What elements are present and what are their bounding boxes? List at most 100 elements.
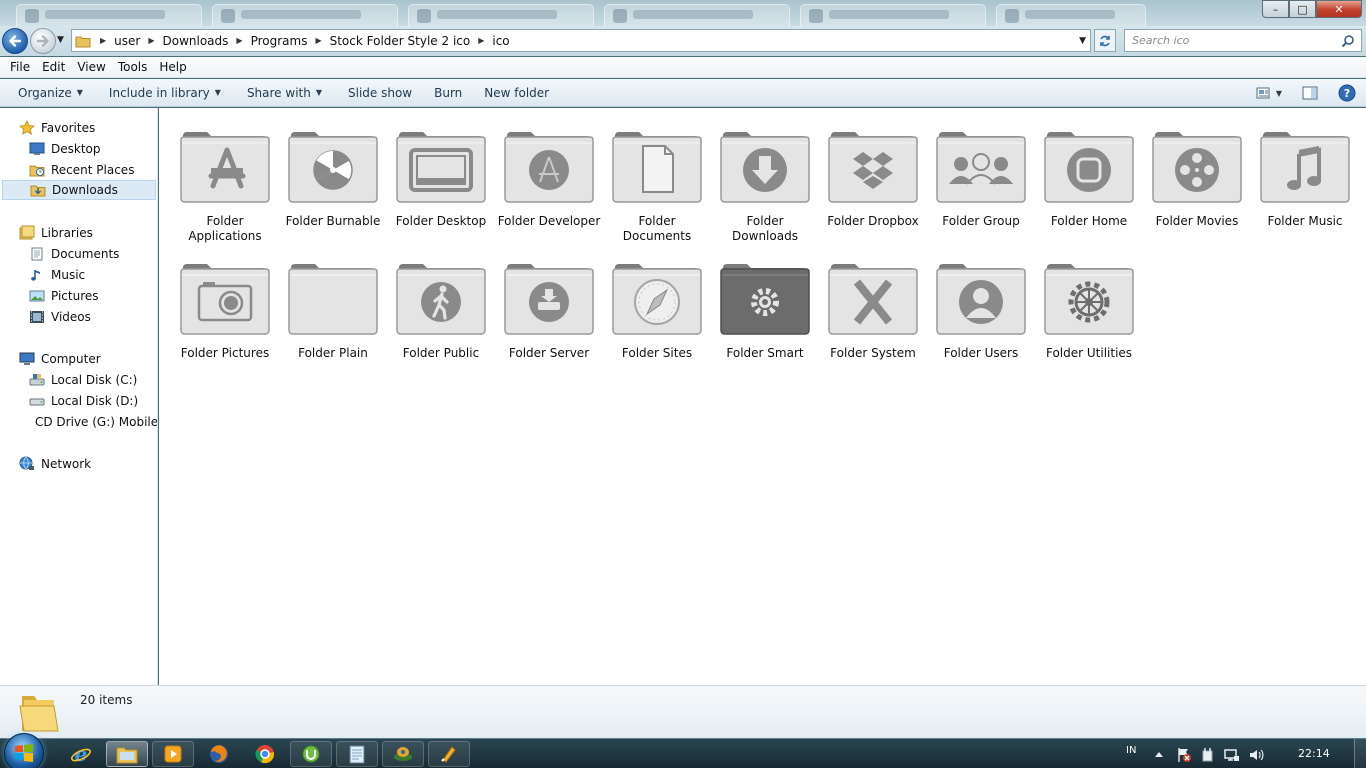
taskbar-utorrent[interactable]	[290, 741, 332, 767]
file-name: Folder Utilities	[1045, 346, 1133, 360]
file-tile[interactable]: Folder Group	[927, 128, 1035, 229]
burn-button[interactable]: Burn	[424, 86, 472, 100]
show-hidden-icons-icon[interactable]	[1154, 750, 1164, 758]
clock[interactable]: 22:14	[1298, 747, 1330, 760]
nav-libraries[interactable]: Libraries	[0, 223, 157, 243]
nav-computer[interactable]: Computer	[0, 349, 157, 369]
file-name: Folder Home	[1050, 214, 1128, 228]
menu-help[interactable]: Help	[153, 60, 192, 74]
nav-cd-drive-g[interactable]: CD Drive (G:) Mobile	[0, 412, 158, 432]
file-tile[interactable]: Folder Smart	[711, 260, 819, 361]
file-tile[interactable]: Folder Dropbox	[819, 128, 927, 229]
file-tile[interactable]: Folder Applications	[171, 128, 279, 244]
background-tab	[16, 4, 202, 26]
file-tile[interactable]: Folder Plain	[279, 260, 387, 361]
nav-recent-places[interactable]: Recent Places	[0, 160, 157, 180]
organize-button[interactable]: Organize ▼	[8, 86, 93, 100]
slide-show-button[interactable]: Slide show	[338, 86, 422, 100]
file-tile[interactable]: Folder Burnable	[279, 128, 387, 229]
file-tile[interactable]: Folder Movies	[1143, 128, 1251, 229]
nav-downloads[interactable]: Downloads	[2, 180, 156, 200]
share-with-button[interactable]: Share with ▼	[237, 86, 332, 100]
file-name: Folder Documents	[622, 214, 692, 243]
nav-favorites[interactable]: Favorites	[0, 118, 157, 138]
action-center-flag-icon[interactable]	[1176, 747, 1192, 763]
minimize-button[interactable]: –	[1262, 0, 1289, 18]
new-folder-button[interactable]: New folder	[474, 86, 559, 100]
breadcrumb-separator-icon[interactable]: ▶	[230, 36, 248, 45]
nav-local-disk-c-label: Local Disk (C:)	[51, 373, 138, 387]
file-tile[interactable]: Folder System	[819, 260, 927, 361]
svg-text:?: ?	[1344, 87, 1350, 100]
menu-tools[interactable]: Tools	[112, 60, 154, 74]
taskbar-firefox[interactable]	[198, 741, 240, 767]
breadcrumb-separator-icon[interactable]: ▶	[142, 36, 160, 45]
search-box[interactable]	[1124, 29, 1362, 52]
file-tile[interactable]: Folder Server	[495, 260, 603, 361]
language-indicator[interactable]: IN	[1126, 745, 1136, 756]
change-view-button[interactable]: ▼	[1256, 86, 1282, 100]
file-tile[interactable]: Folder Documents	[603, 128, 711, 244]
nav-local-disk-c[interactable]: Local Disk (C:)	[0, 370, 157, 390]
preview-pane-button[interactable]	[1302, 86, 1318, 100]
menu-edit[interactable]: Edit	[36, 60, 71, 74]
nav-cd-drive-g-label: CD Drive (G:) Mobile	[35, 415, 158, 429]
nav-music-label: Music	[51, 268, 86, 282]
file-tile[interactable]: Folder Pictures	[171, 260, 279, 361]
file-tile[interactable]: Folder Desktop	[387, 128, 495, 229]
nav-videos[interactable]: Videos	[0, 307, 157, 327]
safely-remove-hardware-icon[interactable]	[1200, 747, 1216, 763]
taskbar-media-player[interactable]	[152, 741, 194, 767]
taskbar-network-app[interactable]	[382, 741, 424, 767]
breadcrumb-item[interactable]: Stock Folder Style 2 ico	[328, 34, 473, 48]
volume-icon[interactable]	[1248, 747, 1264, 763]
notepad-icon	[349, 745, 365, 764]
recent-pages-dropdown[interactable]: ▼	[57, 35, 64, 45]
back-button[interactable]	[2, 28, 28, 54]
nav-desktop[interactable]: Desktop	[0, 139, 157, 159]
breadcrumb-item[interactable]: Programs	[249, 34, 310, 48]
include-in-library-button[interactable]: Include in library ▼	[99, 86, 231, 100]
taskbar: e IN 22:14	[0, 733, 1366, 768]
file-name: Folder Downloads	[732, 214, 798, 243]
breadcrumb-separator-icon[interactable]: ▶	[94, 36, 112, 45]
taskbar-chrome[interactable]	[244, 741, 286, 767]
breadcrumb-separator-icon[interactable]: ▶	[472, 36, 490, 45]
file-tile[interactable]: Folder Downloads	[711, 128, 819, 244]
taskbar-windows-explorer[interactable]	[106, 741, 148, 767]
file-tile[interactable]: Folder Developer	[495, 128, 603, 229]
start-button[interactable]	[4, 733, 44, 768]
search-icon[interactable]	[1341, 34, 1355, 48]
menu-file[interactable]: File	[4, 60, 36, 74]
nav-network[interactable]: Network	[0, 454, 157, 474]
maximize-button[interactable]: □	[1289, 0, 1316, 18]
taskbar-winamp[interactable]	[428, 741, 470, 767]
taskbar-internet-explorer[interactable]: e	[60, 741, 102, 767]
breadcrumb[interactable]: ▶ user ▶ Downloads ▶ Programs ▶ Stock Fo…	[71, 29, 1091, 52]
file-tile[interactable]: Folder Users	[927, 260, 1035, 361]
taskbar-notepad[interactable]	[336, 741, 378, 767]
forward-button[interactable]	[30, 28, 56, 54]
file-tile[interactable]: Folder Music	[1251, 128, 1359, 229]
file-tile[interactable]: Folder Home	[1035, 128, 1143, 229]
file-tile[interactable]: Folder Sites	[603, 260, 711, 361]
file-tile[interactable]: Folder Utilities	[1035, 260, 1143, 361]
breadcrumb-item[interactable]: user	[112, 34, 142, 48]
file-tile[interactable]: Folder Public	[387, 260, 495, 361]
help-button[interactable]: ?	[1338, 84, 1356, 102]
refresh-button[interactable]	[1094, 29, 1116, 52]
show-desktop-button[interactable]	[1354, 739, 1366, 768]
menu-view[interactable]: View	[71, 60, 111, 74]
network-status-icon[interactable]	[1224, 747, 1240, 763]
breadcrumb-item[interactable]: ico	[490, 34, 511, 48]
breadcrumb-item[interactable]: Downloads	[161, 34, 231, 48]
close-button[interactable]: ✕	[1316, 0, 1362, 18]
nav-pictures[interactable]: Pictures	[0, 286, 157, 306]
nav-documents[interactable]: Documents	[0, 244, 157, 264]
search-input[interactable]	[1132, 34, 1332, 47]
address-history-dropdown-icon[interactable]: ▼	[1079, 36, 1086, 46]
file-name: Folder Pictures	[180, 346, 270, 360]
nav-local-disk-d[interactable]: Local Disk (D:)	[0, 391, 157, 411]
nav-music[interactable]: Music	[0, 265, 157, 285]
breadcrumb-separator-icon[interactable]: ▶	[309, 36, 327, 45]
